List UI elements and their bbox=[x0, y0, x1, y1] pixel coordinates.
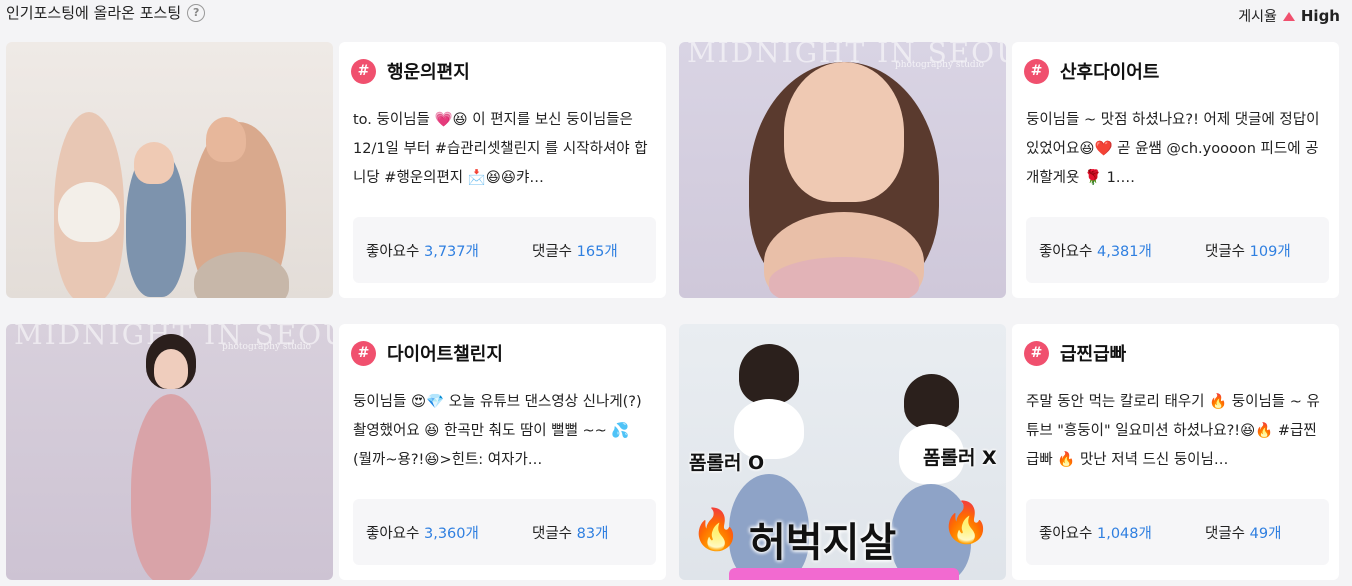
post-thumbnail[interactable]: MIDNIGHT IN SEOUL photography studio bbox=[679, 42, 1006, 298]
section-title: 인기포스팅에 올라온 포스팅 ? bbox=[6, 2, 206, 23]
thumbnail-watermark-sub: photography studio bbox=[221, 342, 311, 352]
likes-stat: 좋아요수 3,360개 bbox=[366, 522, 479, 543]
post-thumbnail[interactable] bbox=[6, 42, 333, 298]
likes-label: 좋아요수 bbox=[366, 526, 420, 542]
likes-stat: 좋아요수 3,737개 bbox=[366, 240, 479, 261]
likes-label: 좋아요수 bbox=[366, 244, 420, 260]
likes-label: 좋아요수 bbox=[1039, 244, 1093, 260]
post-info: # 급찐급빠 주말 동안 먹는 칼로리 태우기 🔥 둥이님들 ~ 유튜브 "흥둥… bbox=[1012, 324, 1339, 580]
rate-label: 게시율 bbox=[1238, 9, 1277, 25]
comments-stat: 댓글수 165개 bbox=[532, 240, 618, 261]
likes-stat: 좋아요수 1,048개 bbox=[1039, 522, 1152, 543]
comments-label: 댓글수 bbox=[1205, 526, 1246, 542]
post-thumbnail[interactable]: MIDNIGHT IN SEOUL photography studio bbox=[6, 324, 333, 580]
post-card[interactable]: MIDNIGHT IN SEOUL photography studio # 산… bbox=[679, 42, 1339, 298]
hashtag-icon: # bbox=[1024, 340, 1049, 366]
rate-level: High bbox=[1300, 7, 1340, 25]
hashtag-icon: # bbox=[351, 340, 376, 366]
comments-count: 49개 bbox=[1249, 526, 1282, 542]
likes-label: 좋아요수 bbox=[1039, 526, 1093, 542]
post-stats: 좋아요수 4,381개 댓글수 109개 bbox=[1026, 217, 1329, 283]
video-label-right: 폼롤러 X bbox=[923, 447, 997, 469]
post-stats: 좋아요수 1,048개 댓글수 49개 bbox=[1026, 499, 1329, 565]
video-title-text: 허벅지살 bbox=[749, 520, 897, 566]
hashtag-row[interactable]: # 산후다이어트 bbox=[1024, 58, 1159, 84]
section-header: 인기포스팅에 올라온 포스팅 ? 게시율 High bbox=[0, 0, 1352, 34]
up-triangle-icon bbox=[1282, 11, 1295, 21]
hashtag-name[interactable]: 다이어트챌린지 bbox=[387, 340, 503, 366]
likes-count: 3,360개 bbox=[423, 526, 479, 542]
comments-label: 댓글수 bbox=[1205, 244, 1246, 260]
hashtag-icon: # bbox=[351, 58, 376, 84]
likes-stat: 좋아요수 4,381개 bbox=[1039, 240, 1152, 261]
section-title-text: 인기포스팅에 올라온 포스팅 bbox=[6, 4, 182, 22]
help-icon[interactable]: ? bbox=[187, 3, 206, 22]
comments-stat: 댓글수 109개 bbox=[1205, 240, 1291, 261]
post-stats: 좋아요수 3,737개 댓글수 165개 bbox=[353, 217, 656, 283]
fire-icon: 🔥 bbox=[941, 500, 991, 546]
comments-count: 109개 bbox=[1249, 244, 1291, 260]
post-stats: 좋아요수 3,360개 댓글수 83개 bbox=[353, 499, 656, 565]
post-description[interactable]: 둥이님들 😍💎 오늘 유튜브 댄스영상 신나게(?) 촬영했어요 😆 한곡만 춰… bbox=[353, 388, 653, 475]
hashtag-row[interactable]: # 행운의편지 bbox=[351, 58, 470, 84]
comments-label: 댓글수 bbox=[532, 244, 573, 260]
hashtag-name[interactable]: 급찐급빠 bbox=[1060, 340, 1126, 366]
likes-count: 3,737개 bbox=[423, 244, 479, 260]
post-info: # 산후다이어트 둥이님들 ~ 맛점 하셨나요?! 어제 댓글에 정답이 있었어… bbox=[1012, 42, 1339, 298]
post-description[interactable]: to. 둥이님들 💗😆 이 편지를 보신 둥이님들은 12/1일 부터 #습관리… bbox=[353, 106, 653, 193]
hashtag-icon: # bbox=[1024, 58, 1049, 84]
hashtag-row[interactable]: # 다이어트챌린지 bbox=[351, 340, 503, 366]
thumbnail-watermark-sub: photography studio bbox=[894, 60, 984, 70]
comments-count: 83개 bbox=[576, 526, 609, 542]
post-card[interactable]: # 행운의편지 to. 둥이님들 💗😆 이 편지를 보신 둥이님들은 12/1일… bbox=[6, 42, 666, 298]
likes-count: 4,381개 bbox=[1096, 244, 1152, 260]
comments-count: 165개 bbox=[576, 244, 618, 260]
comments-stat: 댓글수 83개 bbox=[532, 522, 608, 543]
post-info: # 다이어트챌린지 둥이님들 😍💎 오늘 유튜브 댄스영상 신나게(?) 촬영했… bbox=[339, 324, 666, 580]
comments-label: 댓글수 bbox=[532, 526, 573, 542]
video-label-left: 폼롤러 O bbox=[689, 452, 765, 474]
comments-stat: 댓글수 49개 bbox=[1205, 522, 1281, 543]
hashtag-name[interactable]: 산후다이어트 bbox=[1060, 58, 1159, 84]
post-thumbnail[interactable]: 폼롤러 O 폼롤러 X 🔥 🔥 허벅지살 bbox=[679, 324, 1006, 580]
post-description[interactable]: 주말 동안 먹는 칼로리 태우기 🔥 둥이님들 ~ 유튜브 "흥둥이" 일요미션… bbox=[1026, 388, 1326, 475]
likes-count: 1,048개 bbox=[1096, 526, 1152, 542]
hashtag-row[interactable]: # 급찐급빠 bbox=[1024, 340, 1126, 366]
post-card[interactable]: 폼롤러 O 폼롤러 X 🔥 🔥 허벅지살 # 급찐급빠 주말 동안 먹는 칼로리… bbox=[679, 324, 1339, 580]
fire-icon: 🔥 bbox=[691, 507, 741, 553]
video-title-band bbox=[729, 568, 959, 580]
posting-rate: 게시율 High bbox=[1238, 6, 1340, 26]
post-card[interactable]: MIDNIGHT IN SEOUL photography studio # 다… bbox=[6, 324, 666, 580]
hashtag-name[interactable]: 행운의편지 bbox=[387, 58, 470, 84]
post-info: # 행운의편지 to. 둥이님들 💗😆 이 편지를 보신 둥이님들은 12/1일… bbox=[339, 42, 666, 298]
post-description[interactable]: 둥이님들 ~ 맛점 하셨나요?! 어제 댓글에 정답이 있었어요😆❤️ 곧 윤쌤… bbox=[1026, 106, 1326, 193]
